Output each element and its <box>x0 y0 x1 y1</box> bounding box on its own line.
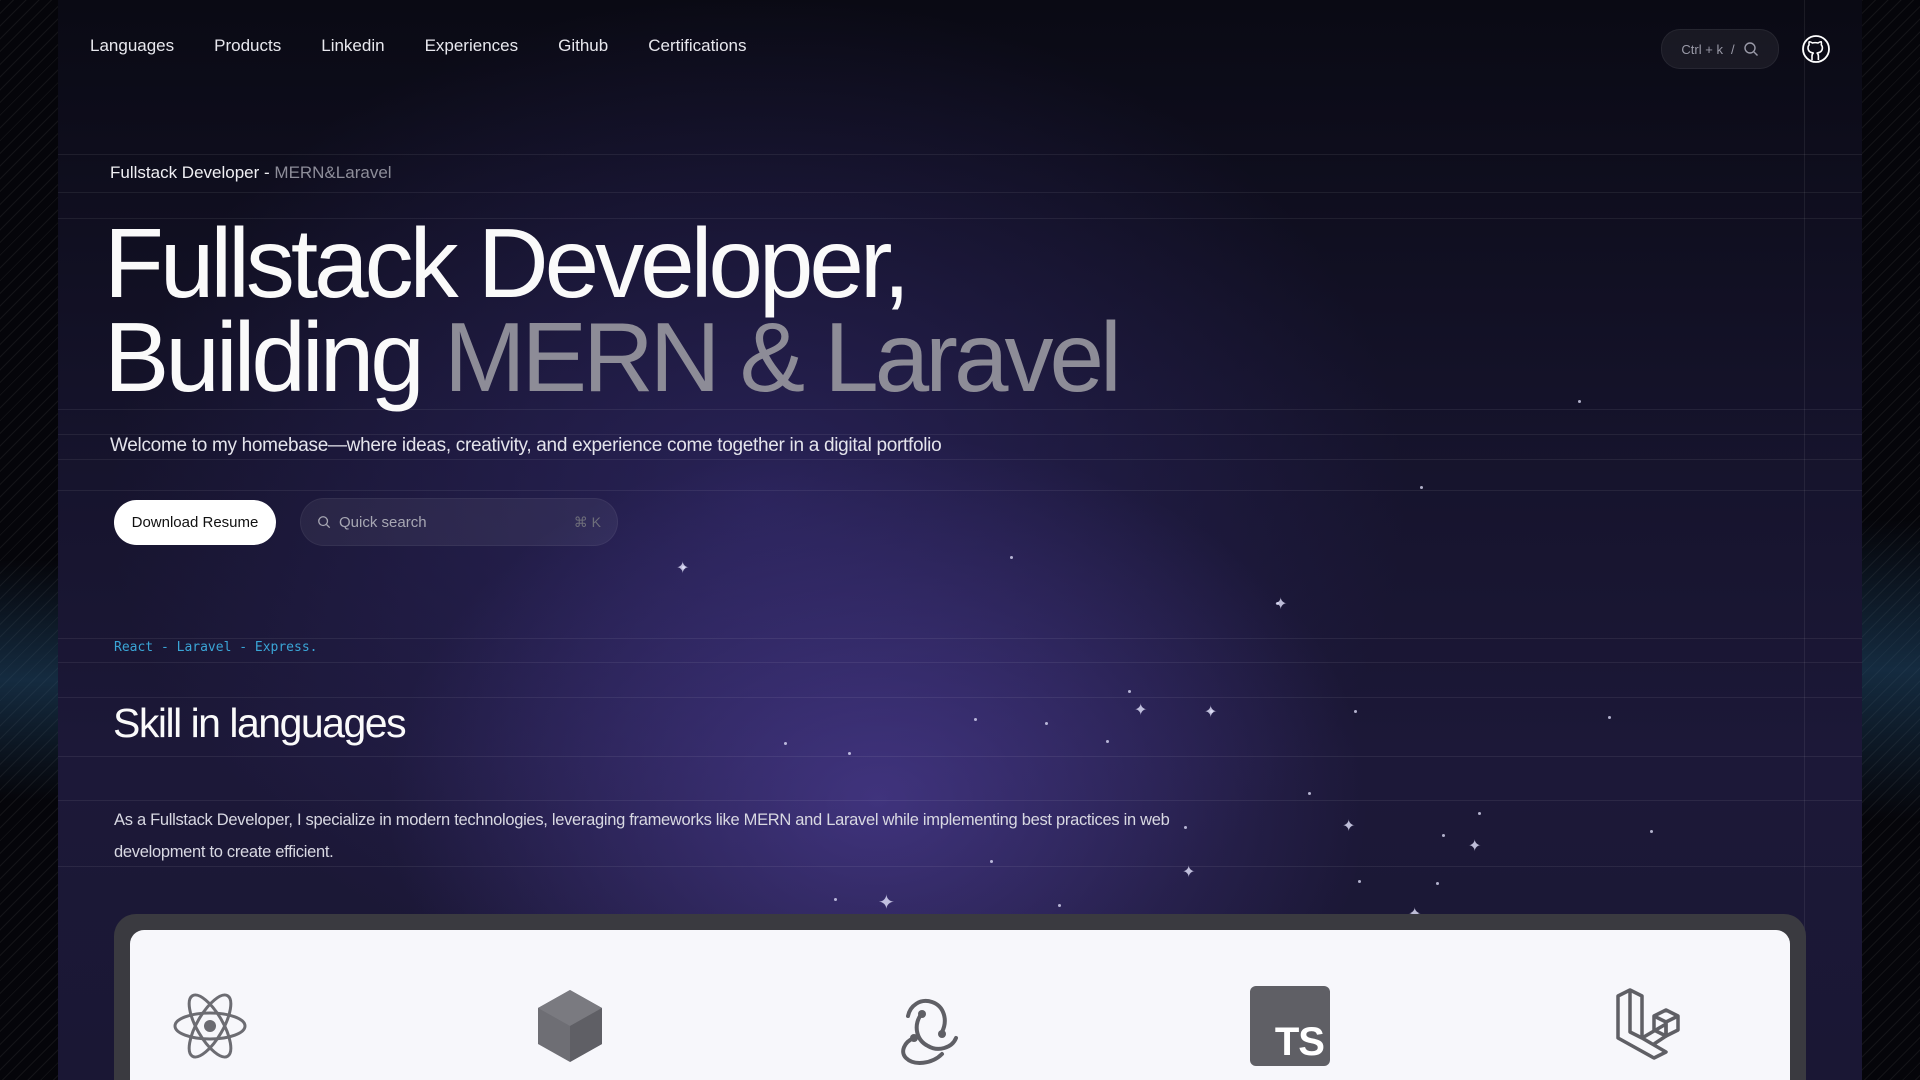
hero-title: Fullstack Developer, Building MERN & Lar… <box>104 208 1122 406</box>
nav-experiences[interactable]: Experiences <box>425 36 519 56</box>
hero-line-2-highlight: MERN & Laravel <box>443 302 1122 412</box>
tech-panel-inner: TS <box>130 930 1790 1080</box>
grid-line <box>58 756 1862 757</box>
star <box>1308 792 1311 795</box>
welcome-text: Welcome to my homebase—where ideas, crea… <box>110 435 942 456</box>
sparkle: ✦ <box>1182 862 1196 881</box>
github-icon[interactable] <box>1801 34 1831 64</box>
download-resume-button[interactable]: Download Resume <box>114 500 276 545</box>
main-content: ✦ ✦ ✦ ✦ ✦ ✦ ✦ ✦ ✦ Languages Products Lin… <box>58 0 1862 1080</box>
sparkle: ✦ <box>1274 594 1288 613</box>
grid-line <box>58 638 1862 639</box>
star <box>1442 834 1445 837</box>
breadcrumb: Fullstack Developer - MERN&Laravel <box>110 163 392 183</box>
tech-panel: TS <box>114 914 1806 1080</box>
grid-line <box>58 697 1862 698</box>
star <box>1045 722 1048 725</box>
star <box>1128 690 1131 693</box>
skills-title: Skill in languages <box>113 700 407 746</box>
sparkle: ✦ <box>1342 816 1356 835</box>
star <box>974 718 977 721</box>
star <box>1608 716 1611 719</box>
sparkle: ✦ <box>878 890 895 914</box>
nav-languages[interactable]: Languages <box>90 36 174 56</box>
typescript-badge-label: TS <box>1274 1020 1325 1064</box>
grid-line <box>58 490 1862 491</box>
command-separator: / <box>1730 41 1735 57</box>
skills-description: As a Fullstack Developer, I specialize i… <box>114 811 1170 861</box>
typescript-icon[interactable]: TS <box>1250 986 1330 1066</box>
star <box>1010 556 1013 559</box>
command-shortcut: Ctrl + k <box>1681 41 1723 57</box>
right-pattern-border <box>1861 0 1920 1080</box>
search-icon <box>318 516 331 529</box>
command-search-button[interactable]: Ctrl + k / <box>1661 29 1779 69</box>
quick-search-input[interactable]: Quick search ⌘ K <box>300 498 618 546</box>
grid-line <box>58 192 1862 193</box>
star <box>784 742 787 745</box>
star <box>1358 880 1361 883</box>
top-nav: Languages Products Linkedin Experiences … <box>90 36 786 56</box>
tech-code-line: React - Laravel - Express. <box>114 640 318 655</box>
redux-icon[interactable] <box>890 986 970 1066</box>
search-icon <box>1743 42 1758 56</box>
sparkle: ✦ <box>676 558 690 577</box>
quick-search-placeholder: Quick search <box>339 513 427 531</box>
star <box>1436 882 1439 885</box>
left-pattern-border <box>0 0 59 1080</box>
nav-linkedin[interactable]: Linkedin <box>321 36 384 56</box>
sparkle: ✦ <box>1204 702 1218 721</box>
sparkle: ✦ <box>1134 700 1148 719</box>
hero-line-2-prefix: Building <box>104 302 425 412</box>
grid-line <box>58 800 1862 801</box>
star <box>1420 486 1423 489</box>
star <box>848 752 851 755</box>
breadcrumb-stack: MERN&Laravel <box>274 163 392 182</box>
react-icon[interactable] <box>170 986 250 1066</box>
laravel-icon[interactable] <box>1610 986 1690 1066</box>
star <box>834 898 837 901</box>
star <box>1354 710 1357 713</box>
grid-line <box>58 662 1862 663</box>
star <box>1578 400 1581 403</box>
nav-products[interactable]: Products <box>214 36 281 56</box>
star <box>1478 812 1481 815</box>
sparkle: ✦ <box>1468 836 1482 855</box>
breadcrumb-role: Fullstack Developer - <box>110 163 270 182</box>
grid-line <box>58 459 1862 460</box>
nav-github[interactable]: Github <box>558 36 608 56</box>
star <box>1650 830 1653 833</box>
star <box>1184 826 1187 829</box>
quick-search-shortcut: ⌘ K <box>573 513 601 530</box>
nodejs-icon[interactable] <box>530 986 610 1066</box>
nav-certifications[interactable]: Certifications <box>648 36 746 56</box>
star <box>1106 740 1109 743</box>
star <box>1058 904 1061 907</box>
grid-line <box>1804 0 1805 1080</box>
hero-line-1: Fullstack Developer, <box>104 208 910 318</box>
grid-line <box>58 154 1862 155</box>
